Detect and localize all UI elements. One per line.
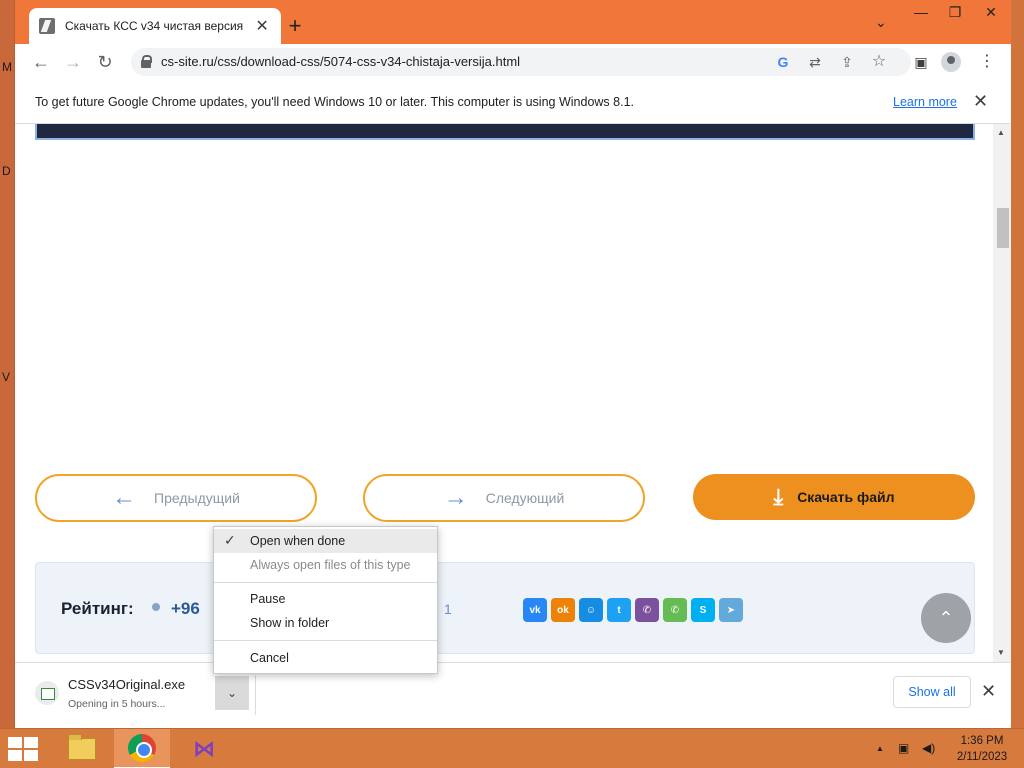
side-panel-icon[interactable]: ▣ [911,52,931,72]
scrollbar-thumb[interactable] [997,208,1009,248]
page-scrollbar[interactable]: ▲ ▼ [993,124,1011,662]
whatsapp-share-icon[interactable]: ✆ [663,598,687,622]
download-label: Скачать файл [797,489,895,505]
telegram-share-icon[interactable]: ➤ [719,598,743,622]
site-favicon-icon [39,18,55,34]
rating-label: Рейтинг: [61,599,134,618]
previous-button[interactable]: ← Предыдущий [35,474,317,522]
desktop-icon-label: M [2,60,12,74]
forward-button[interactable]: → [61,50,85,74]
folder-icon [68,734,96,760]
google-lens-icon[interactable]: G [773,52,793,72]
desktop-icon-label: V [2,370,11,384]
download-status: Opening in 5 hours... [68,698,166,710]
rating-value: +96 [171,599,200,618]
tray-overflow-arrow-icon[interactable]: ▲ [876,744,884,753]
lock-icon[interactable] [141,55,152,68]
share-icon[interactable]: ⇪ [837,52,857,72]
video-player-bottom[interactable] [35,124,975,140]
minimize-button[interactable]: — [903,4,939,20]
menu-item-always-open: Always open files of this type [250,558,411,572]
download-options-chevron-icon[interactable]: ⌄ [215,676,249,710]
volume-icon[interactable]: ◀) [922,741,935,755]
chrome-icon [128,734,156,762]
browser-tab[interactable]: Скачать КСС v34 чистая версия ✕ [29,8,281,44]
translate-icon[interactable]: ⇄ [805,52,825,72]
scroll-to-top-button[interactable]: ⌃ [921,593,971,643]
social-share-row: vk ok ☺ t ✆ ✆ S ➤ [523,598,743,622]
tab-close-icon[interactable]: ✕ [253,16,271,36]
previous-label: Предыдущий [154,490,240,506]
vk-share-icon[interactable]: vk [523,598,547,622]
exe-file-icon [35,681,59,705]
taskbar-visual-studio[interactable]: ⋈ [176,729,232,768]
rating-panel: Рейтинг: +96 1 vk ok ☺ t ✆ ✆ S ➤ ⌃ [35,562,975,654]
download-divider [255,675,256,715]
menu-item-pause[interactable]: Pause [214,587,437,611]
url-text[interactable]: cs-site.ru/css/download-css/5074-css-v34… [161,54,520,69]
infobar-message: To get future Google Chrome updates, you… [35,95,634,109]
download-file-button[interactable]: ⤓ Скачать файл [693,474,975,520]
windows-logo-icon [8,737,22,748]
download-arrow-icon: ⤓ [773,484,784,509]
bookmark-star-icon[interactable]: ☆ [869,52,889,72]
twitter-share-icon[interactable]: t [607,598,631,622]
chrome-window: Скачать КСС v34 чистая версия ✕ + ⌄ — ❐ … [14,0,1011,728]
tab-title: Скачать КСС v34 чистая версия [65,19,244,33]
update-infobar: To get future Google Chrome updates, you… [15,80,1011,124]
rating-count: 1 [444,601,452,617]
arrow-left-icon: ← [112,484,137,511]
menu-item-show-in-folder[interactable]: Show in folder [214,611,437,635]
download-shelf: CSSv34Original.exe Opening in 5 hours...… [15,662,1011,728]
web-page-content: ← Предыдущий → Следующий ⤓ Скачать файл … [15,124,993,660]
tab-strip: Скачать КСС v34 чистая версия ✕ + ⌄ — ❐ … [15,0,1011,44]
menu-item-cancel[interactable]: Cancel [214,646,437,670]
browser-toolbar: ← → ↻ cs-site.ru/css/download-css/5074-c… [15,44,1011,80]
menu-separator [214,582,437,583]
tab-search-chevron-icon[interactable]: ⌄ [875,14,887,31]
clock-date: 2/11/2023 [956,751,1008,763]
download-context-menu: ✓ Open when done Always open files of th… [213,526,438,674]
address-bar[interactable]: cs-site.ru/css/download-css/5074-css-v34… [131,48,911,76]
close-window-button[interactable]: ✕ [973,4,1009,21]
system-clock[interactable]: 1:36 PM 2/11/2023 [950,733,1014,765]
desktop-background: M D V [0,0,14,728]
reload-button[interactable]: ↻ [93,50,117,74]
menu-item-open-when-done[interactable]: ✓ Open when done [214,529,437,553]
taskbar-file-explorer[interactable] [54,729,110,768]
download-file-name[interactable]: CSSv34Original.exe [68,677,185,692]
mymail-share-icon[interactable]: ☺ [579,598,603,622]
network-icon[interactable]: ▣ [898,741,909,755]
learn-more-link[interactable]: Learn more [893,95,957,109]
checkmark-icon: ✓ [224,532,236,548]
skype-share-icon[interactable]: S [691,598,715,622]
viber-share-icon[interactable]: ✆ [635,598,659,622]
new-tab-button[interactable]: + [281,12,309,40]
menu-separator [214,640,437,641]
windows-taskbar: ⋈ ▲ ▣ ◀) 1:36 PM 2/11/2023 [0,728,1024,768]
chrome-menu-icon[interactable]: ⋮ [977,52,997,72]
taskbar-chrome[interactable] [114,729,170,768]
scroll-down-arrow-icon[interactable]: ▼ [997,648,1005,657]
download-shelf-close-icon[interactable]: ✕ [981,681,996,702]
odnoklassniki-share-icon[interactable]: ok [551,598,575,622]
clock-time: 1:36 PM [960,735,1004,747]
arrow-right-icon: → [443,484,468,511]
rating-dot-icon[interactable] [152,603,160,611]
start-button[interactable] [8,737,38,761]
infobar-close-icon[interactable]: ✕ [973,91,988,112]
restore-button[interactable]: ❐ [937,4,973,21]
back-button[interactable]: ← [29,50,53,74]
next-button[interactable]: → Следующий [363,474,645,522]
profile-avatar[interactable] [941,52,961,72]
next-label: Следующий [485,490,565,506]
scroll-up-arrow-icon[interactable]: ▲ [997,128,1005,137]
show-all-button[interactable]: Show all [893,676,971,708]
visual-studio-icon: ⋈ [193,736,215,761]
desktop-icon-label: D [2,164,11,178]
